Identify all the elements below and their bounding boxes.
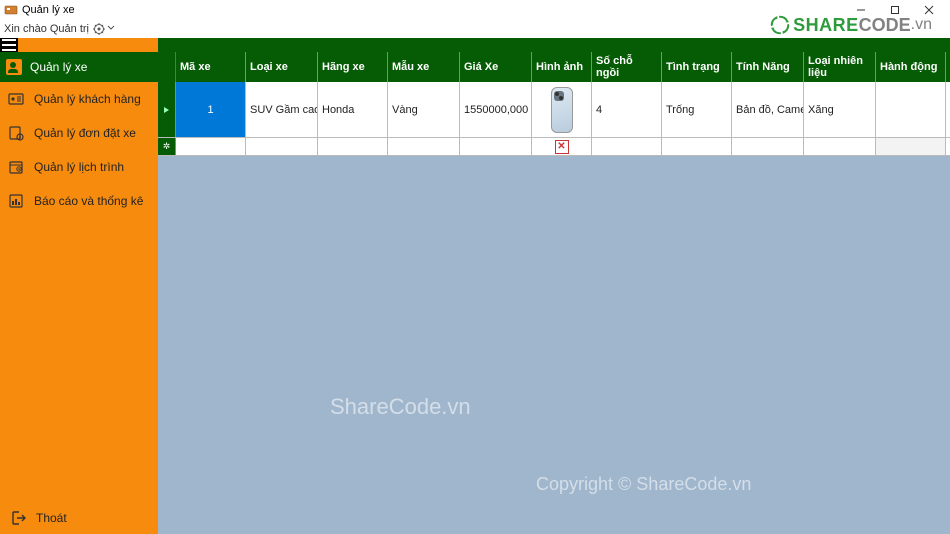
- sidebar-item-reports[interactable]: Báo cáo và thống kê: [0, 184, 158, 218]
- col-header-gia[interactable]: Giá Xe: [460, 52, 532, 82]
- sidebar-item-customers[interactable]: Quản lý khách hàng: [0, 82, 158, 116]
- col-header-nhien[interactable]: Loại nhiên liệu: [804, 52, 876, 82]
- sidebar-item-label: Báo cáo và thống kê: [34, 194, 143, 208]
- cell-tinh[interactable]: Trống: [662, 82, 732, 137]
- hamburger-menu-icon[interactable]: [0, 38, 18, 52]
- col-header-cho[interactable]: Số chỗ ngồi: [592, 52, 662, 82]
- sidebar-item-orders[interactable]: Quản lý đơn đặt xe: [0, 116, 158, 150]
- sidebar-item-schedule[interactable]: Quản lý lịch trình: [0, 150, 158, 184]
- exit-icon: [10, 510, 26, 526]
- gear-icon[interactable]: [93, 23, 105, 35]
- cell-mau[interactable]: Vàng: [388, 82, 460, 137]
- sidebar: Quản lý xe Quản lý khách hàng Quản lý đơ…: [0, 38, 158, 534]
- table-new-row[interactable]: ✲ ✕: [158, 138, 950, 156]
- new-row-indicator-icon: ✲: [158, 138, 176, 155]
- cell-loai[interactable]: SUV Gầm cao: [246, 82, 318, 137]
- sidebar-item-label: Quản lý đơn đặt xe: [34, 126, 136, 140]
- cell-nhien[interactable]: Xăng: [804, 82, 876, 137]
- greeting-text: Xin chào Quản trị: [4, 23, 89, 35]
- id-card-icon: [8, 91, 24, 107]
- col-header-ma[interactable]: Mã xe: [176, 52, 246, 82]
- sidebar-item-label: Quản lý khách hàng: [34, 92, 141, 106]
- data-grid[interactable]: Mã xe Loại xe Hãng xe Mẫu xe Giá Xe Hình…: [158, 52, 950, 156]
- col-header-hanh[interactable]: Hành động: [876, 52, 946, 82]
- col-header-nang[interactable]: Tính Năng: [732, 52, 804, 82]
- sidebar-exit-label: Thoát: [36, 511, 67, 525]
- calendar-icon: [8, 159, 24, 175]
- col-header-mau[interactable]: Mẫu xe: [388, 52, 460, 82]
- logo-text-1: SHARE: [793, 15, 859, 36]
- grid-header-row: Mã xe Loại xe Hãng xe Mẫu xe Giá Xe Hình…: [158, 52, 950, 82]
- cell-gia[interactable]: 1550000,000: [460, 82, 532, 137]
- col-header-hinh[interactable]: Hình ảnh: [532, 52, 592, 82]
- col-header-hang[interactable]: Hãng xe: [318, 52, 388, 82]
- logo-text-2: CODE: [859, 15, 911, 36]
- window-title: Quản lý xe: [22, 4, 75, 16]
- person-icon: [6, 59, 22, 75]
- cell-cho[interactable]: 4: [592, 82, 662, 137]
- brand-logo: SHARECODE.vn: [769, 14, 932, 36]
- col-header-tinh[interactable]: Tình trạng: [662, 52, 732, 82]
- logo-spin-icon: [769, 14, 791, 36]
- cell-hinh[interactable]: [532, 82, 592, 137]
- table-row[interactable]: 1 SUV Gầm cao Honda Vàng 1550000,000 4 T…: [158, 82, 950, 138]
- logo-text-3: .vn: [911, 16, 932, 34]
- watermark-1: ShareCode.vn: [330, 394, 471, 420]
- order-icon: [8, 125, 24, 141]
- sidebar-item-label: Quản lý lịch trình: [34, 160, 124, 174]
- content-area: Mã xe Loại xe Hãng xe Mẫu xe Giá Xe Hình…: [158, 38, 950, 534]
- sidebar-header-label: Quản lý xe: [30, 60, 87, 74]
- sidebar-exit[interactable]: Thoát: [0, 502, 158, 534]
- broken-image-icon: ✕: [555, 140, 569, 154]
- cell-nang[interactable]: Bản đồ, Came...: [732, 82, 804, 137]
- cell-ma[interactable]: 1: [176, 82, 246, 137]
- cell-hang[interactable]: Honda: [318, 82, 388, 137]
- app-icon: [4, 3, 18, 17]
- dropdown-caret-icon[interactable]: [107, 23, 115, 35]
- sidebar-item-vehicles[interactable]: Quản lý xe: [0, 52, 158, 82]
- watermark-2: Copyright © ShareCode.vn: [536, 474, 751, 495]
- chart-icon: [8, 193, 24, 209]
- row-indicator-icon: [158, 82, 176, 137]
- cell-hanh[interactable]: [876, 82, 946, 137]
- phone-image: [547, 85, 577, 135]
- col-header-loai[interactable]: Loại xe: [246, 52, 318, 82]
